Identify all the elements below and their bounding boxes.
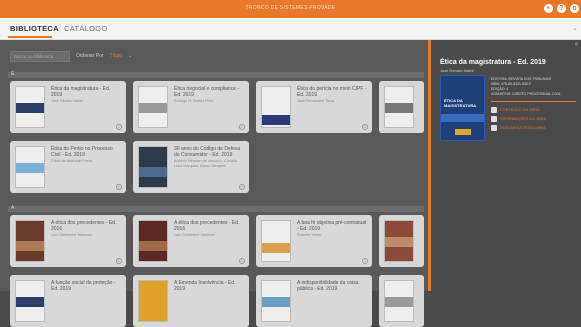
book-title: A Emenda Insolvência - Ed. 2019	[174, 280, 236, 292]
book-detail-panel: × Ética da magistratura - Ed. 2019 José …	[431, 40, 581, 291]
book-card[interactable]: Ética da magistratura - Ed. 2019 José Re…	[10, 81, 126, 133]
detail-cover: ÉTICA DA MAGISTRATURA	[440, 75, 485, 141]
book-cover	[138, 86, 168, 128]
detail-separator	[491, 101, 576, 102]
book-author: Rodrigo R. Bottini Filho	[174, 99, 214, 103]
book-author: José Renato Nalini	[51, 99, 83, 103]
help-icon[interactable]: ?	[557, 4, 566, 13]
book-title: 30 anos do Código de Defesa do Consumido…	[174, 146, 241, 158]
publisher-logo	[455, 129, 471, 135]
order-label: Ordenar Por	[76, 53, 104, 59]
book-author: Luiz Guilherme Marinoni	[174, 233, 216, 237]
book-author: Roberto Vilela	[297, 233, 321, 237]
info-icon[interactable]: i	[239, 124, 245, 130]
book-card[interactable]	[379, 215, 424, 267]
book-cover	[15, 146, 45, 188]
chevron-down-icon[interactable]: ⌄	[572, 24, 578, 32]
tab-biblioteca[interactable]: BIBLIOTECA	[10, 24, 59, 33]
order-select[interactable]: Título	[110, 53, 123, 59]
nav-bar: BIBLIOTECA CATÁLOGO ⌄	[0, 18, 581, 40]
search-input[interactable]: Busca na biblioteca	[10, 50, 70, 62]
top-bar-title: TRONCO DE SISTEMES PROVADE	[245, 5, 336, 11]
book-cover	[261, 220, 291, 262]
info-icon	[491, 116, 497, 122]
action-contents[interactable]: CONTEÚDO DA OBRA	[491, 107, 540, 113]
book-title: A ética dos precedentes - Ed. 2016	[51, 220, 117, 232]
book-author: Antonio Herman de Vasconc. Claudia Lima …	[174, 159, 238, 168]
book-title: Ética do perícia no meio CIPF - Ed. 2019	[297, 86, 367, 98]
book-card[interactable]: A ética dos precedentes - Ed. 2016 Luiz …	[10, 215, 126, 267]
book-cover	[15, 280, 45, 322]
group-label: A	[11, 205, 15, 211]
group-label: É	[11, 71, 15, 77]
book-card[interactable]: Ética negocial e compliance - Ed. 2019 R…	[133, 81, 249, 133]
action-documents[interactable]: DOCUMENTOS DA OBRA	[491, 125, 545, 131]
book-card[interactable]: Ética do Perito no Processo Civil - Ed. …	[10, 141, 126, 193]
book-cover	[384, 280, 414, 322]
book-title: A função social da proteção - Ed. 2019	[51, 280, 116, 292]
book-cover	[138, 220, 168, 262]
book-author: Fábio de Andrade Poeta	[51, 159, 92, 163]
cover-title: ÉTICA DA MAGISTRATURA	[444, 98, 477, 108]
info-icon[interactable]: i	[116, 124, 122, 130]
chevron-down-icon[interactable]: ⌄	[128, 53, 132, 59]
detail-metadata: EDITORA: REVISTA DOS TRIBUNAIS ISBN: 978…	[491, 77, 579, 97]
book-card[interactable]: Ética do perícia no meio CIPF - Ed. 2019…	[256, 81, 372, 133]
book-cover	[15, 220, 45, 262]
book-card[interactable]: A indisponibilidade da coisa pública - E…	[256, 275, 372, 327]
filter-bar: Busca na biblioteca Ordenar Por Título ⌄	[10, 50, 132, 62]
top-bar: TRONCO DE SISTEMES PROVADE • ? o	[0, 0, 581, 18]
book-title: A boa fé objetiva pré-contratual - Ed. 2…	[297, 220, 367, 232]
book-cover	[138, 280, 168, 322]
info-icon[interactable]: i	[239, 258, 245, 264]
user-icon[interactable]: o	[570, 4, 579, 13]
info-icon[interactable]: i	[239, 184, 245, 190]
document-icon	[491, 125, 497, 131]
book-author: Luiz Guilherme Marinoni	[51, 233, 93, 237]
book-title: Ética da magistratura - Ed. 2019	[51, 86, 111, 98]
close-icon[interactable]: ×	[574, 42, 578, 48]
book-icon	[491, 107, 497, 113]
group-header: É	[8, 71, 424, 78]
meta-line: ASSUNTOS: DIREITO PROCESSUAL CIVIL	[491, 92, 561, 96]
info-icon[interactable]: i	[116, 184, 122, 190]
detail-author: José Renato Nalini	[440, 68, 474, 73]
library-main: Busca na biblioteca Ordenar Por Título ⌄…	[0, 40, 431, 327]
action-label: CONTEÚDO DA OBRA	[500, 108, 540, 112]
book-card[interactable]: A boa fé objetiva pré-contratual - Ed. 2…	[256, 215, 372, 267]
info-icon[interactable]: i	[362, 258, 368, 264]
info-icon[interactable]: i	[116, 258, 122, 264]
book-cover	[384, 220, 414, 262]
book-cover	[15, 86, 45, 128]
book-cover	[261, 86, 291, 128]
action-info[interactable]: INFORMAÇÕES DA OBRA	[491, 116, 546, 122]
book-cover	[384, 86, 414, 128]
tab-catalogo[interactable]: CATÁLOGO	[64, 24, 108, 33]
book-cover	[138, 146, 168, 188]
book-author: José Fernandes Tarso	[297, 99, 335, 103]
book-card[interactable]	[379, 81, 424, 133]
detail-title: Ética da magistratura - Ed. 2019	[440, 59, 546, 66]
cover-band	[441, 114, 484, 122]
action-label: DOCUMENTOS DA OBRA	[500, 126, 546, 130]
book-card[interactable]: A Emenda Insolvência - Ed. 2019	[133, 275, 249, 327]
group-header: A	[8, 205, 424, 212]
bell-icon[interactable]: •	[544, 4, 553, 13]
book-card[interactable]: A ética dos precedentes - Ed. 2016 Luiz …	[133, 215, 249, 267]
book-title: A ética dos precedentes - Ed. 2016	[174, 220, 240, 232]
book-title: Ética negocial e compliance - Ed. 2019	[174, 86, 240, 98]
active-tab-indicator	[8, 36, 52, 38]
book-title: Ética do Perito no Processo Civil - Ed. …	[51, 146, 113, 158]
action-label: INFORMAÇÕES DA OBRA	[500, 117, 547, 121]
info-icon[interactable]: i	[362, 124, 368, 130]
book-title: A indisponibilidade da coisa pública - E…	[297, 280, 359, 292]
book-card[interactable]	[379, 275, 424, 327]
book-card[interactable]: A função social da proteção - Ed. 2019	[10, 275, 126, 327]
book-card[interactable]: 30 anos do Código de Defesa do Consumido…	[133, 141, 249, 193]
book-cover	[261, 280, 291, 322]
